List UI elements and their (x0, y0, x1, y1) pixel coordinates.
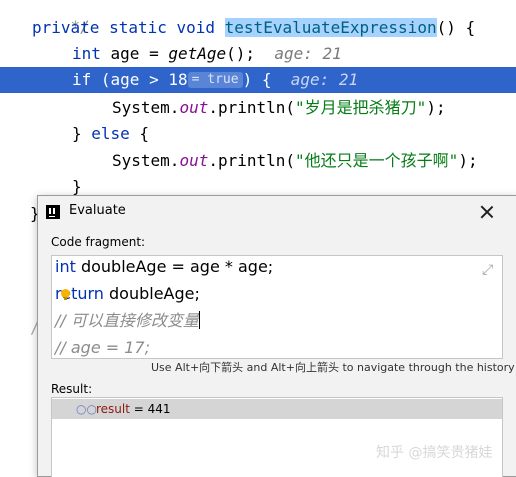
result-row[interactable]: ○○ result = 441 (52, 399, 502, 419)
println-line[interactable]: System.out.println("岁月是把杀猪刀"); (0, 95, 516, 121)
code-fragment-label: Code fragment: (51, 235, 146, 249)
history-navigation-hint: Use Alt+向下箭头 and Alt+向上箭头 to navigate th… (151, 361, 515, 374)
watermark: 知乎 @搞笑贵猪娃 (376, 445, 493, 461)
condition-value-badge: = true (187, 72, 243, 88)
code-fragment-editor[interactable]: int doubleAge = age * age; return double… (51, 255, 503, 359)
else-line[interactable]: } else { (0, 121, 516, 147)
result-label: Result: (51, 382, 93, 396)
comment-line: */ (70, 17, 90, 36)
lightbulb-icon[interactable] (61, 289, 70, 300)
glasses-icon: ○○ (76, 402, 97, 416)
println-line[interactable]: System.out.println("他还只是一个孩子啊"); (0, 148, 516, 174)
current-execution-line[interactable]: if (age > 18 = true) { age: 21 (0, 67, 516, 93)
expand-icon[interactable]: ⤢ (482, 263, 496, 277)
code-line: return doubleAge; (55, 284, 200, 303)
evaluate-dialog: Evaluate Code fragment: int doubleAge = … (37, 195, 516, 477)
code-line: int doubleAge = age * age; (55, 257, 274, 276)
result-variable-name: result (96, 402, 130, 416)
method-signature-line[interactable]: private static void testEvaluateExpressi… (0, 15, 516, 41)
dialog-title-bar[interactable]: Evaluate (38, 196, 516, 228)
age-declaration-line[interactable]: int age = getAge(); age: 21 (0, 41, 516, 67)
dialog-title: Evaluate (69, 203, 126, 218)
intellij-icon (46, 205, 60, 219)
code-line: // 可以直接修改变量 (55, 311, 200, 330)
method-name: testEvaluateExpression (224, 18, 437, 37)
text-caret (198, 311, 200, 329)
close-icon[interactable] (475, 200, 499, 224)
result-value: 441 (147, 402, 171, 416)
result-tree[interactable]: ○○ result = 441 (51, 397, 503, 477)
inline-debug-value: age: 21 (290, 70, 359, 89)
code-line: // age = 17; (55, 338, 150, 357)
inline-debug-value: age: 21 (274, 44, 342, 63)
